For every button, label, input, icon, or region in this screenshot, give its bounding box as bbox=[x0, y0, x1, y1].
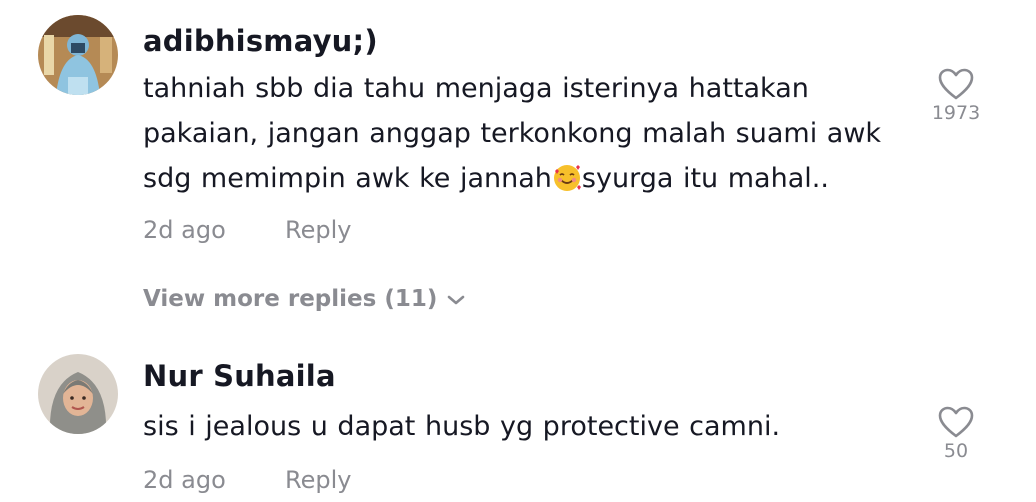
like-button[interactable]: 50 bbox=[916, 406, 996, 462]
comment-timestamp: 2d ago bbox=[143, 466, 226, 494]
comment-username[interactable]: Nur Suhaila bbox=[143, 359, 336, 393]
comment-timestamp: 2d ago bbox=[143, 216, 226, 244]
like-count: 1973 bbox=[931, 102, 981, 124]
avatar[interactable] bbox=[38, 354, 118, 434]
heart-outline-icon bbox=[938, 68, 974, 100]
heart-outline-icon bbox=[938, 406, 974, 438]
comment-text: tahniah sbb dia tahu menjaga isterinya h… bbox=[143, 66, 913, 201]
like-button[interactable]: 1973 bbox=[916, 68, 996, 124]
comment-list: adibhismayu;) tahniah sbb dia tahu menja… bbox=[0, 0, 1036, 502]
smiling-face-with-hearts-icon bbox=[553, 165, 581, 191]
reply-button[interactable]: Reply bbox=[285, 466, 351, 494]
reply-button[interactable]: Reply bbox=[285, 216, 351, 244]
comment-text-part: syurga itu mahal.. bbox=[581, 163, 829, 194]
comment-text: sis i jealous u dapat husb yg protective… bbox=[143, 411, 781, 442]
comment-username[interactable]: adibhismayu;) bbox=[143, 24, 378, 58]
comment-meta: 2d ago Reply bbox=[143, 466, 351, 494]
avatar[interactable] bbox=[38, 15, 118, 95]
chevron-down-icon bbox=[448, 295, 465, 304]
view-more-replies-button[interactable]: View more replies (11) bbox=[143, 286, 465, 312]
comment-meta: 2d ago Reply bbox=[143, 216, 351, 244]
like-count: 50 bbox=[943, 440, 969, 462]
view-more-replies-label: View more replies (11) bbox=[143, 286, 438, 312]
